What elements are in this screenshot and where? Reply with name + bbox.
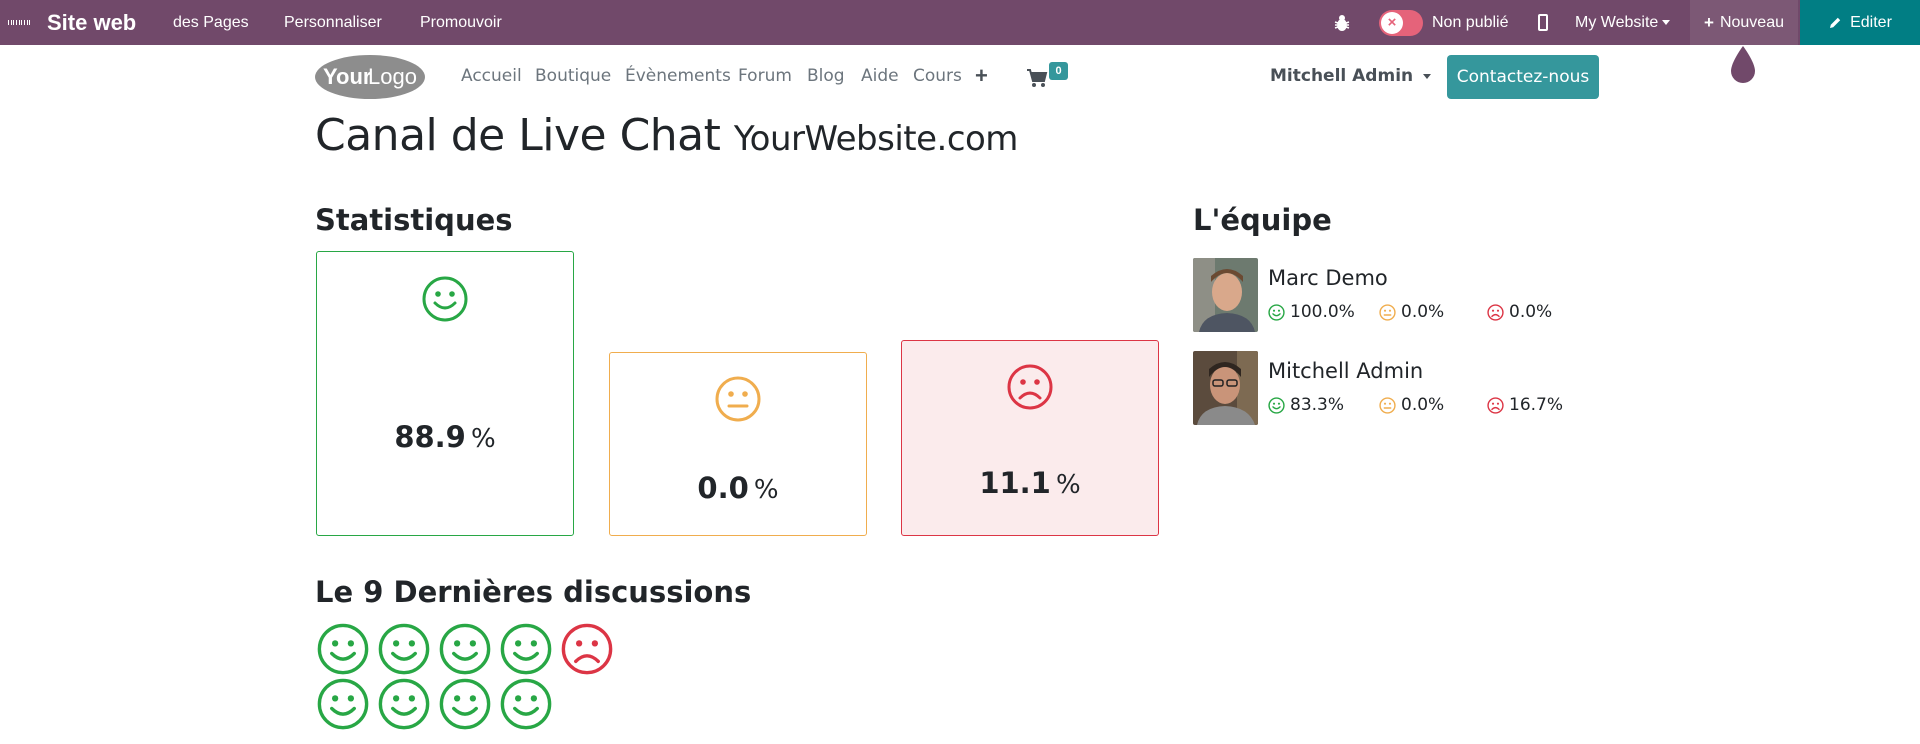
apps-menu-icon[interactable] [7, 0, 31, 45]
member-name: Mitchell Admin [1268, 359, 1424, 383]
chevron-down-icon [1662, 20, 1671, 25]
drop-icon [1731, 46, 1755, 83]
nav-help[interactable]: Aide [861, 66, 899, 86]
page-title: Canal de Live Chat YourWebsite.com [315, 110, 1018, 161]
member-rate-neutral: 0.0% [1379, 395, 1444, 415]
mobile-preview-button[interactable] [1538, 0, 1548, 45]
stat-value-unsatisfied: 11.1 % [902, 466, 1158, 500]
smile-icon [500, 623, 552, 675]
member-rate-satisfied: 83.3% [1268, 395, 1344, 415]
new-button-label: Nouveau [1719, 13, 1784, 31]
close-icon: × [1381, 11, 1403, 34]
member-satisfied-value: 100.0% [1290, 302, 1355, 322]
smile-icon [378, 623, 430, 675]
neutral-face-icon [715, 376, 761, 422]
publish-status-label[interactable]: Non publié [1432, 0, 1509, 45]
app-brand[interactable]: Site web [47, 0, 136, 45]
nav-events[interactable]: Évènements [625, 66, 731, 86]
team-title: L'équipe [1193, 203, 1332, 237]
discussion-ratings-row-1 [316, 622, 621, 676]
stat-unit-unsatisfied: % [1055, 470, 1081, 500]
smile-icon [317, 678, 369, 730]
menu-promote[interactable]: Promouvoir [420, 0, 502, 45]
member-satisfied-value: 83.3% [1290, 395, 1345, 415]
logo-text-bold: Your [323, 64, 372, 89]
stat-number-satisfied: 88.9 [394, 420, 466, 454]
smile-icon [1268, 303, 1285, 321]
smile-icon [1268, 396, 1285, 414]
discussion-ratings-row-2 [316, 677, 560, 731]
member-rate-satisfied: 100.0% [1268, 302, 1355, 322]
stat-card-unsatisfied: 11.1 % [901, 340, 1159, 536]
frown-icon [1487, 396, 1504, 414]
mobile-icon [1538, 14, 1548, 31]
menu-pages[interactable]: des Pages [173, 0, 249, 45]
neutral-face-icon [1379, 303, 1396, 321]
member-rate-unsatisfied: 16.7% [1487, 395, 1563, 415]
page-title-text: Canal de Live Chat [315, 110, 721, 161]
smile-icon [439, 623, 491, 675]
nav-blog[interactable]: Blog [807, 66, 845, 86]
avatar [1193, 258, 1258, 332]
avatar [1193, 351, 1258, 425]
stat-number-neutral: 0.0 [697, 471, 749, 505]
stat-card-satisfied: 88.9 % [316, 251, 574, 536]
menu-customize[interactable]: Personnaliser [284, 0, 382, 45]
frown-icon [561, 623, 613, 675]
new-button[interactable]: + Nouveau [1690, 0, 1798, 45]
neutral-face-icon [1379, 396, 1396, 414]
smile-icon [378, 678, 430, 730]
admin-navbar: Site web des Pages Personnaliser Promouv… [0, 0, 1920, 45]
member-rate-neutral: 0.0% [1379, 302, 1444, 322]
bug-icon[interactable] [1334, 0, 1350, 45]
member-name: Marc Demo [1268, 266, 1388, 290]
member-neutral-value: 0.0% [1401, 395, 1445, 415]
chevron-down-icon [1423, 73, 1432, 79]
page-title-site: YourWebsite.com [733, 119, 1019, 159]
publish-toggle[interactable]: × [1379, 0, 1423, 45]
website-selector[interactable]: My Website [1575, 0, 1671, 45]
edit-button-label: Editer [1850, 13, 1892, 31]
edit-button[interactable]: Editer [1800, 0, 1920, 45]
cart-count-badge: 0 [1049, 62, 1068, 80]
frown-icon [1007, 364, 1053, 410]
frown-icon [1487, 303, 1504, 321]
member-rate-unsatisfied: 0.0% [1487, 302, 1552, 322]
nav-courses[interactable]: Cours [913, 66, 962, 86]
website-selector-label: My Website [1575, 13, 1659, 31]
contact-us-button[interactable]: Contactez-nous [1447, 55, 1599, 99]
smile-icon [500, 678, 552, 730]
stat-number-unsatisfied: 11.1 [979, 466, 1051, 500]
logo-text-light: Logo [368, 64, 417, 89]
smile-icon [317, 623, 369, 675]
pencil-icon [1830, 17, 1841, 28]
nav-shop[interactable]: Boutique [535, 66, 611, 86]
site-logo[interactable]: Your Logo [314, 54, 426, 100]
user-menu[interactable]: Mitchell Admin [1270, 66, 1432, 86]
stat-value-neutral: 0.0 % [610, 471, 866, 505]
last-discussions-title: Le 9 Dernières discussions [315, 575, 752, 609]
member-unsatisfied-value: 16.7% [1509, 395, 1564, 415]
stat-value-satisfied: 88.9 % [317, 420, 573, 454]
plus-icon: + [1704, 12, 1714, 32]
shopping-cart-icon[interactable] [1026, 68, 1048, 88]
member-unsatisfied-value: 0.0% [1509, 302, 1553, 322]
nav-home[interactable]: Accueil [461, 66, 522, 86]
member-neutral-value: 0.0% [1401, 302, 1445, 322]
nav-forum[interactable]: Forum [738, 66, 792, 86]
user-name: Mitchell Admin [1270, 66, 1414, 86]
statistics-title: Statistiques [315, 203, 513, 237]
stat-card-neutral: 0.0 % [609, 352, 867, 536]
stat-unit-neutral: % [753, 475, 779, 505]
smile-icon [439, 678, 491, 730]
smile-icon [422, 276, 468, 322]
add-menu-plus-icon[interactable]: + [975, 63, 988, 89]
stat-unit-satisfied: % [470, 424, 496, 454]
